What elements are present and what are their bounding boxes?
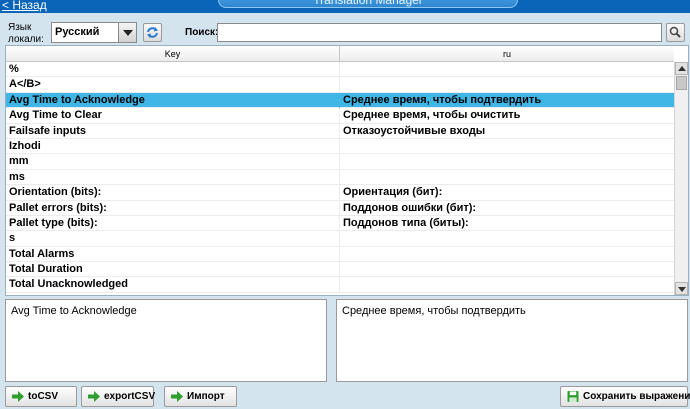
key-cell: Orientation (bits):	[9, 186, 102, 199]
value-cell: Отказоустойчивые входы	[343, 124, 486, 137]
column-header-ru[interactable]: ru	[340, 46, 674, 62]
value-cell	[343, 231, 671, 246]
save-expression-button[interactable]: Сохранить выражение	[560, 386, 690, 407]
key-cell: Avg Time to Acknowledge	[9, 93, 145, 106]
exportcsv-button[interactable]: exportCSV	[81, 386, 156, 407]
save-expression-label: Сохранить выражение	[583, 391, 690, 402]
key-cell: mm	[9, 155, 29, 168]
locale-label: Язык локали:	[8, 22, 44, 45]
refresh-icon	[147, 27, 158, 38]
top-bar: < Назад Translation Manager	[0, 0, 690, 13]
value-cell	[343, 62, 671, 77]
value-cell: Среднее время, чтобы подтвердить	[343, 93, 542, 106]
search-button[interactable]	[666, 23, 685, 42]
table-row[interactable]: s	[6, 231, 674, 247]
table-row[interactable]: ms	[6, 169, 674, 186]
green-arrow-icon	[88, 391, 100, 402]
table-row[interactable]: Total Alarms	[6, 246, 674, 263]
vertical-scrollbar[interactable]	[674, 62, 688, 295]
value-cell	[343, 277, 671, 292]
table-row[interactable]: mm	[6, 154, 674, 170]
search-input[interactable]	[217, 23, 662, 42]
key-cell: ms	[9, 170, 25, 183]
search-icon	[669, 26, 681, 38]
search-label: Поиск:	[185, 27, 219, 38]
refresh-button[interactable]	[143, 23, 162, 42]
table-row[interactable]: Failsafe inputs Отказоустойчивые входы	[6, 123, 674, 139]
scroll-up-icon[interactable]	[675, 62, 688, 75]
value-cell	[343, 247, 671, 262]
table-row[interactable]: Total Duration	[6, 262, 674, 278]
translation-editor[interactable]: Среднее время, чтобы подтвердить	[336, 299, 688, 382]
key-cell: Pallet type (bits):	[9, 216, 98, 229]
back-link[interactable]: < Назад	[2, 0, 47, 12]
tocsv-label: toCSV	[28, 391, 58, 402]
green-arrow-icon	[171, 391, 183, 402]
key-cell: %	[9, 63, 19, 75]
key-cell: Pallet errors (bits):	[9, 201, 107, 214]
table-row[interactable]: Avg Time to Clear Среднее время, чтобы о…	[6, 108, 674, 124]
key-cell: A</B>	[9, 78, 41, 91]
table-row[interactable]: %	[6, 62, 674, 78]
key-cell: Izhodi	[9, 139, 41, 152]
import-label: Импорт	[187, 391, 225, 402]
key-cell: Total Unacknowledged	[9, 278, 128, 291]
key-cell: s	[9, 232, 16, 245]
value-cell	[343, 170, 671, 185]
value-cell: Поддонов ошибки (бит):	[343, 201, 477, 214]
table-row[interactable]: Total Unacknowledged	[6, 277, 674, 293]
key-editor[interactable]: Avg Time to Acknowledge	[5, 299, 327, 382]
value-cell	[343, 77, 671, 92]
column-header-key[interactable]: Key	[6, 46, 340, 62]
translation-table: Key ru % A</B> Avg Time to Acknowledge С…	[5, 45, 689, 296]
value-cell: Ориентация (бит):	[343, 186, 443, 199]
chevron-down-icon[interactable]	[118, 23, 136, 42]
exportcsv-label: exportCSV	[104, 391, 156, 402]
scroll-thumb[interactable]	[676, 76, 687, 90]
table-body: % A</B> Avg Time to Acknowledge Среднее …	[6, 62, 674, 293]
tocsv-button[interactable]: toCSV	[5, 386, 77, 407]
table-header: Key ru	[6, 46, 674, 62]
locale-select[interactable]: Русский	[51, 22, 137, 43]
key-cell: Failsafe inputs	[9, 124, 87, 137]
import-button[interactable]: Импорт	[164, 386, 237, 407]
table-row[interactable]: Pallet errors (bits): Поддонов ошибки (би…	[6, 200, 674, 216]
value-cell	[343, 139, 671, 154]
value-cell	[343, 154, 671, 169]
table-row[interactable]: Pallet type (bits): Поддонов типа (биты):	[6, 215, 674, 232]
key-cell: Total Duration	[9, 263, 83, 276]
green-arrow-icon	[12, 391, 24, 402]
page-title: Translation Manager	[218, 0, 518, 8]
key-cell: Avg Time to Clear	[9, 109, 102, 122]
value-cell: Среднее время, чтобы очистить	[343, 109, 521, 122]
value-cell	[343, 262, 671, 277]
floppy-disk-icon	[567, 391, 579, 402]
key-cell: Total Alarms	[9, 247, 75, 260]
scroll-down-icon[interactable]	[675, 282, 688, 295]
locale-select-value: Русский	[55, 26, 100, 38]
table-row-selected[interactable]: Avg Time to Acknowledge Среднее время, ч…	[6, 92, 674, 109]
value-cell: Поддонов типа (биты):	[343, 216, 469, 229]
table-row[interactable]: Izhodi	[6, 138, 674, 155]
table-row[interactable]: A</B>	[6, 77, 674, 93]
table-row[interactable]: Orientation (bits): Ориентация (бит):	[6, 185, 674, 201]
